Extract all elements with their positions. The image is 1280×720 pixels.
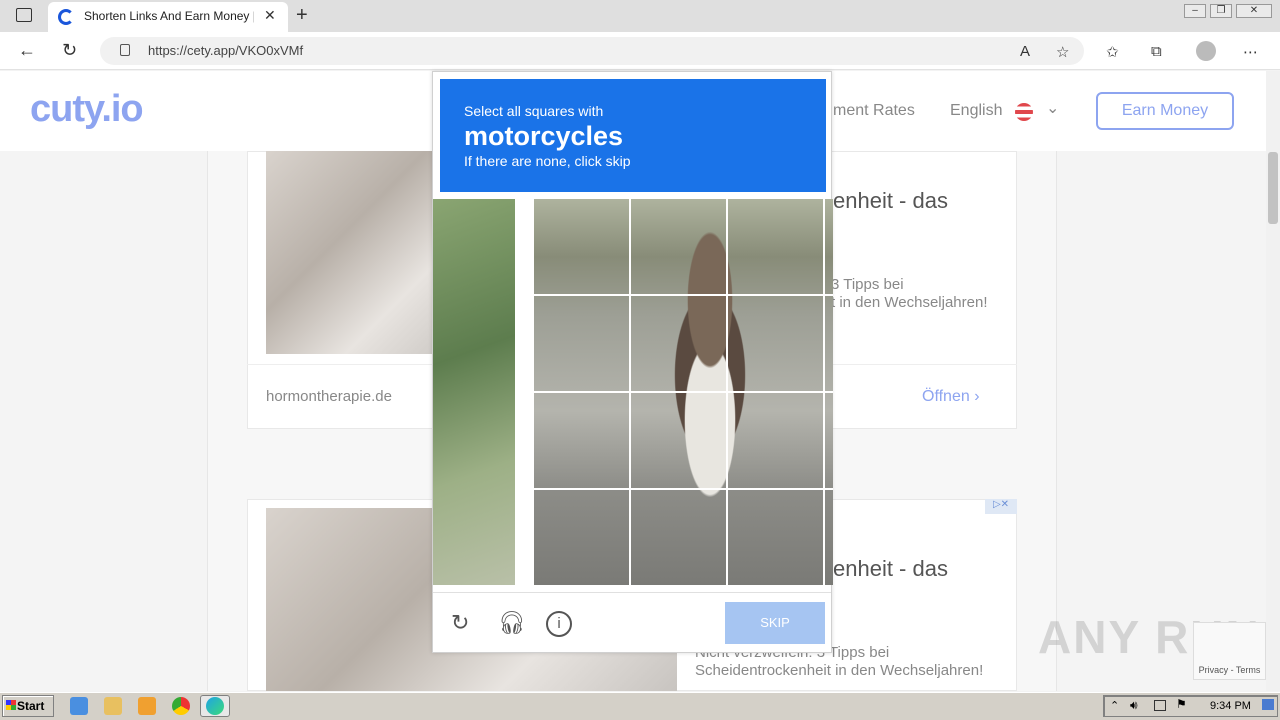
show-desktop-icon[interactable] <box>1262 699 1274 710</box>
captcha-tile[interactable] <box>534 199 629 294</box>
ad-domain: hormontherapie.de <box>266 388 392 405</box>
restore-button[interactable]: ❐ <box>1210 4 1232 18</box>
close-window-button[interactable]: ✕ <box>1236 4 1272 18</box>
ie-icon[interactable] <box>70 697 88 715</box>
more-icon[interactable]: ⋯ <box>1243 43 1258 61</box>
minimize-button[interactable]: – <box>1184 4 1206 18</box>
profile-icon[interactable] <box>1196 41 1216 61</box>
info-icon[interactable]: i <box>546 611 572 637</box>
taskbar <box>0 692 1280 720</box>
windows-logo-icon <box>6 700 16 710</box>
chevron-right-icon: › <box>974 388 980 405</box>
network-icon[interactable] <box>1154 700 1166 711</box>
read-aloud-icon[interactable]: A <box>1020 43 1030 60</box>
flag-icon[interactable]: ⚑ <box>1176 697 1187 711</box>
adchoices-icon[interactable]: ▷✕ <box>985 499 1017 514</box>
ad-headline[interactable]: enheit - das <box>833 556 948 582</box>
captcha-tile[interactable] <box>631 199 726 294</box>
recaptcha-badge[interactable]: Privacy - Terms <box>1193 622 1266 680</box>
tab-title: Shorten Links And Earn Money | c <box>84 9 254 23</box>
nav-payment-rates[interactable]: ment Rates <box>833 102 915 120</box>
favorites-icon[interactable]: ✩ <box>1106 43 1119 61</box>
captcha-tile[interactable] <box>728 296 823 391</box>
explorer-icon[interactable] <box>104 697 122 715</box>
reload-icon[interactable]: ↻ <box>62 40 77 61</box>
captcha-instruction: Select all squares with <box>464 103 604 119</box>
ad-subtext: t in den Wechseljahren! <box>831 294 988 311</box>
back-icon[interactable]: ← <box>18 40 36 61</box>
captcha-side-image <box>433 199 515 585</box>
us-flag-icon <box>1015 103 1033 121</box>
tabs-icon[interactable] <box>16 8 32 22</box>
chevron-down-icon[interactable]: ⌄ <box>1046 98 1059 118</box>
language-selector[interactable]: English <box>950 102 1002 120</box>
favorite-add-icon[interactable]: ☆ <box>1056 43 1069 61</box>
captcha-tile[interactable] <box>728 393 823 488</box>
ad-open-link[interactable]: Öffnen › <box>922 388 980 406</box>
url-text[interactable]: https://cety.app/VKO0xVMf <box>148 43 303 58</box>
skip-button[interactable]: SKIP <box>725 602 825 644</box>
captcha-tile[interactable] <box>631 490 726 585</box>
captcha-tile[interactable] <box>631 296 726 391</box>
tab-close-icon[interactable]: ✕ <box>264 7 276 24</box>
browser-tab[interactable]: Shorten Links And Earn Money | c ✕ <box>48 2 288 32</box>
reload-challenge-icon[interactable]: ↻ <box>451 610 469 636</box>
site-logo[interactable]: cuty.io <box>30 88 144 131</box>
ad-open-label: Öffnen <box>922 388 970 405</box>
captcha-target: motorcycles <box>464 121 624 151</box>
audio-challenge-icon[interactable]: 🎧︎ <box>498 610 526 636</box>
captcha-tile[interactable] <box>728 199 823 294</box>
captcha-tile[interactable] <box>631 393 726 488</box>
tab-favicon-icon <box>58 9 74 25</box>
clock: 9:34 PM <box>1210 700 1251 712</box>
captcha-tile[interactable] <box>534 490 629 585</box>
lock-icon[interactable] <box>120 44 130 56</box>
edge-icon[interactable] <box>206 697 224 715</box>
ad-subtext: 3 Tipps bei <box>831 276 904 293</box>
captcha-note: If there are none, click skip <box>464 153 631 169</box>
volume-icon[interactable]: 🔊︎ <box>1130 698 1138 713</box>
scrollbar-thumb[interactable] <box>1268 152 1278 224</box>
captcha-tile[interactable] <box>534 296 629 391</box>
earn-money-button[interactable]: Earn Money <box>1096 92 1234 130</box>
ad-headline[interactable]: enheit - das <box>833 188 948 214</box>
tray-expand-icon[interactable]: ⌃ <box>1110 699 1119 712</box>
captcha-tile[interactable] <box>534 393 629 488</box>
chrome-icon[interactable] <box>172 697 190 715</box>
captcha-tile[interactable] <box>728 490 823 585</box>
media-player-icon[interactable] <box>138 697 156 715</box>
collections-icon[interactable]: ⧉ <box>1151 43 1162 60</box>
new-tab-icon[interactable]: + <box>296 4 308 27</box>
ad-subtext: Scheidentrockenheit in den Wechseljahren… <box>695 662 984 679</box>
